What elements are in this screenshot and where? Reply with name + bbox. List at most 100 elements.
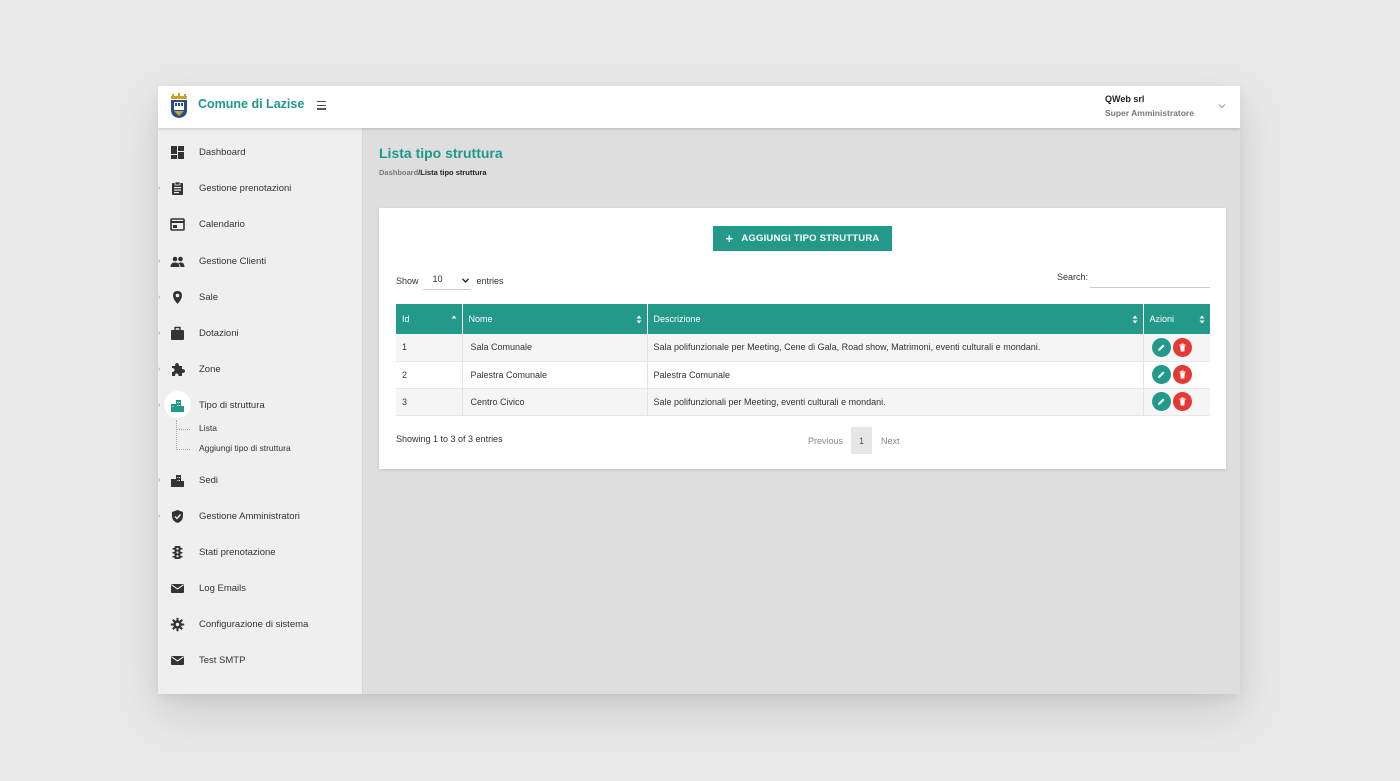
- column-header-label: Nome: [468, 314, 493, 324]
- expand-caret-icon: ›: [158, 185, 161, 192]
- sidebar-item-label: Dashboard: [199, 147, 246, 158]
- breadcrumb-current: /Lista tipo struttura: [418, 168, 487, 177]
- pagination-next[interactable]: Next: [881, 436, 900, 446]
- column-header-azioni[interactable]: Azioni: [1143, 304, 1210, 334]
- sidebar-item-label: Gestione prenotazioni: [199, 183, 292, 194]
- calendar-icon: [170, 218, 185, 231]
- sidebar-subitem-label: Lista: [199, 423, 217, 433]
- table-info: Showing 1 to 3 of 3 entries: [396, 434, 503, 444]
- trash-icon: [1179, 397, 1185, 406]
- sidebar-item-zone[interactable]: › Zone: [158, 358, 363, 382]
- sidebar-item-test-smtp[interactable]: Test SMTP: [158, 649, 363, 673]
- table-row: 2 Palestra Comunale Palestra Comunale: [396, 361, 1210, 389]
- edit-button[interactable]: [1151, 365, 1171, 384]
- top-bar: Comune di Lazise QWeb srl Super Amminist…: [158, 86, 1240, 128]
- search-input[interactable]: [1090, 268, 1210, 288]
- sidebar-item-configurazione[interactable]: Configurazione di sistema: [158, 613, 363, 637]
- mail-icon: [171, 584, 184, 593]
- delete-button[interactable]: [1172, 337, 1192, 357]
- delete-button[interactable]: [1172, 392, 1192, 411]
- sidebar-item-tipo-di-struttura[interactable]: › Tipo di struttura: [158, 391, 363, 418]
- table-row: 1 Sala Comunale Sala polifunzionale per …: [396, 334, 1210, 362]
- trash-icon: [1179, 343, 1185, 352]
- sidebar-item-stati-prenotazione[interactable]: Stati prenotazione: [158, 541, 363, 565]
- chevron-down-icon[interactable]: [1218, 103, 1226, 109]
- cell-nome: Centro Civico: [462, 388, 648, 416]
- delete-button[interactable]: [1172, 365, 1192, 384]
- column-header-id[interactable]: Id: [396, 304, 463, 334]
- sidebar-item-label: Configurazione di sistema: [199, 619, 309, 630]
- sort-icon: [1199, 315, 1205, 324]
- sidebar-item-label: Sedi: [199, 475, 219, 486]
- user-menu[interactable]: QWeb srl Super Amministratore: [1105, 94, 1194, 118]
- edit-button[interactable]: [1151, 392, 1171, 411]
- cell-descrizione: Sale polifunzionali per Meeting, eventi …: [647, 388, 1144, 416]
- sort-icon: [636, 315, 641, 324]
- cell-id: 2: [396, 361, 463, 389]
- entries-select-value: 10: [432, 274, 443, 284]
- expand-caret-icon: ›: [158, 258, 161, 265]
- add-tipo-struttura-button[interactable]: + AGGIUNGI TIPO STRUTTURA: [713, 226, 892, 251]
- column-header-label: Id: [402, 314, 410, 324]
- entries-label: entries: [476, 276, 504, 286]
- trash-icon: [1179, 370, 1185, 379]
- shield-check-icon: [172, 510, 183, 523]
- cell-nome: Palestra Comunale: [462, 361, 648, 389]
- cell-azioni: [1143, 361, 1210, 389]
- buildings-icon: [171, 475, 184, 487]
- sidebar-item-sedi[interactable]: › Sedi: [158, 469, 363, 493]
- gear-icon: [170, 617, 185, 632]
- tree-connector: [176, 449, 190, 450]
- clipboard-icon: [172, 181, 183, 195]
- sidebar-item-gestione-clienti[interactable]: › Gestione Clienti: [158, 250, 363, 274]
- sidebar-subitem-lista[interactable]: Lista: [176, 422, 236, 436]
- expand-caret-icon: ›: [158, 366, 161, 373]
- menu-toggle-icon[interactable]: [317, 101, 327, 111]
- expand-caret-icon: ›: [158, 513, 161, 520]
- sidebar-item-sale[interactable]: › Sale: [158, 286, 363, 310]
- sidebar-item-dotazioni[interactable]: › Dotazioni: [158, 322, 363, 346]
- sidebar-item-label: Log Emails: [199, 583, 246, 594]
- plus-icon: +: [725, 230, 734, 246]
- cell-id: 3: [396, 388, 463, 416]
- app-title[interactable]: Comune di Lazise: [198, 97, 304, 111]
- sidebar-item-log-emails[interactable]: Log Emails: [158, 577, 363, 601]
- sidebar: Dashboard › Gestione prenotazioni Calend…: [158, 128, 363, 694]
- pagination-page-1[interactable]: 1: [851, 427, 873, 454]
- user-name: QWeb srl: [1105, 94, 1145, 104]
- expand-caret-icon: ›: [158, 294, 161, 301]
- pencil-icon: [1157, 371, 1164, 378]
- location-pin-icon: [173, 291, 182, 304]
- cell-nome: Sala Comunale: [462, 334, 648, 362]
- sidebar-item-calendario[interactable]: Calendario: [158, 213, 363, 237]
- sidebar-subitem-aggiungi[interactable]: Aggiungi tipo di struttura: [176, 442, 326, 456]
- app-window: Comune di Lazise QWeb srl Super Amminist…: [158, 86, 1240, 694]
- briefcase-icon: [171, 326, 184, 340]
- tree-connector: [176, 429, 190, 430]
- breadcrumb-dashboard-link[interactable]: Dashboard: [379, 168, 418, 177]
- pagination-previous[interactable]: Previous: [808, 436, 843, 446]
- breadcrumb: Dashboard/Lista tipo struttura: [379, 168, 487, 177]
- add-button-label: AGGIUNGI TIPO STRUTTURA: [741, 233, 880, 244]
- edit-button[interactable]: [1151, 337, 1171, 357]
- sort-ascending-icon: [451, 315, 456, 319]
- column-header-nome[interactable]: Nome: [462, 304, 648, 334]
- sidebar-item-label: Dotazioni: [199, 328, 239, 339]
- data-table: Id Nome Descrizione Azioni 1 Sala Comuna…: [396, 304, 1210, 416]
- buildings-icon: [171, 400, 184, 412]
- sidebar-item-dashboard[interactable]: Dashboard: [158, 141, 363, 165]
- user-role: Super Amministratore: [1105, 108, 1194, 118]
- sidebar-item-gestione-prenotazioni[interactable]: › Gestione prenotazioni: [158, 177, 363, 201]
- sidebar-item-label: Test SMTP: [199, 655, 246, 666]
- sidebar-item-label: Sale: [199, 292, 219, 303]
- expand-caret-icon: ›: [158, 402, 161, 409]
- column-header-descrizione[interactable]: Descrizione: [647, 304, 1144, 334]
- column-header-label: Descrizione: [653, 314, 701, 324]
- people-icon: [170, 256, 185, 267]
- cell-azioni: [1143, 334, 1210, 362]
- pagination: Previous 1 Next: [808, 427, 900, 454]
- sort-icon: [1132, 315, 1137, 324]
- sidebar-item-gestione-amministratori[interactable]: › Gestione Amministratori: [158, 505, 363, 529]
- expand-caret-icon: ›: [158, 477, 161, 484]
- entries-select[interactable]: 10: [422, 272, 471, 290]
